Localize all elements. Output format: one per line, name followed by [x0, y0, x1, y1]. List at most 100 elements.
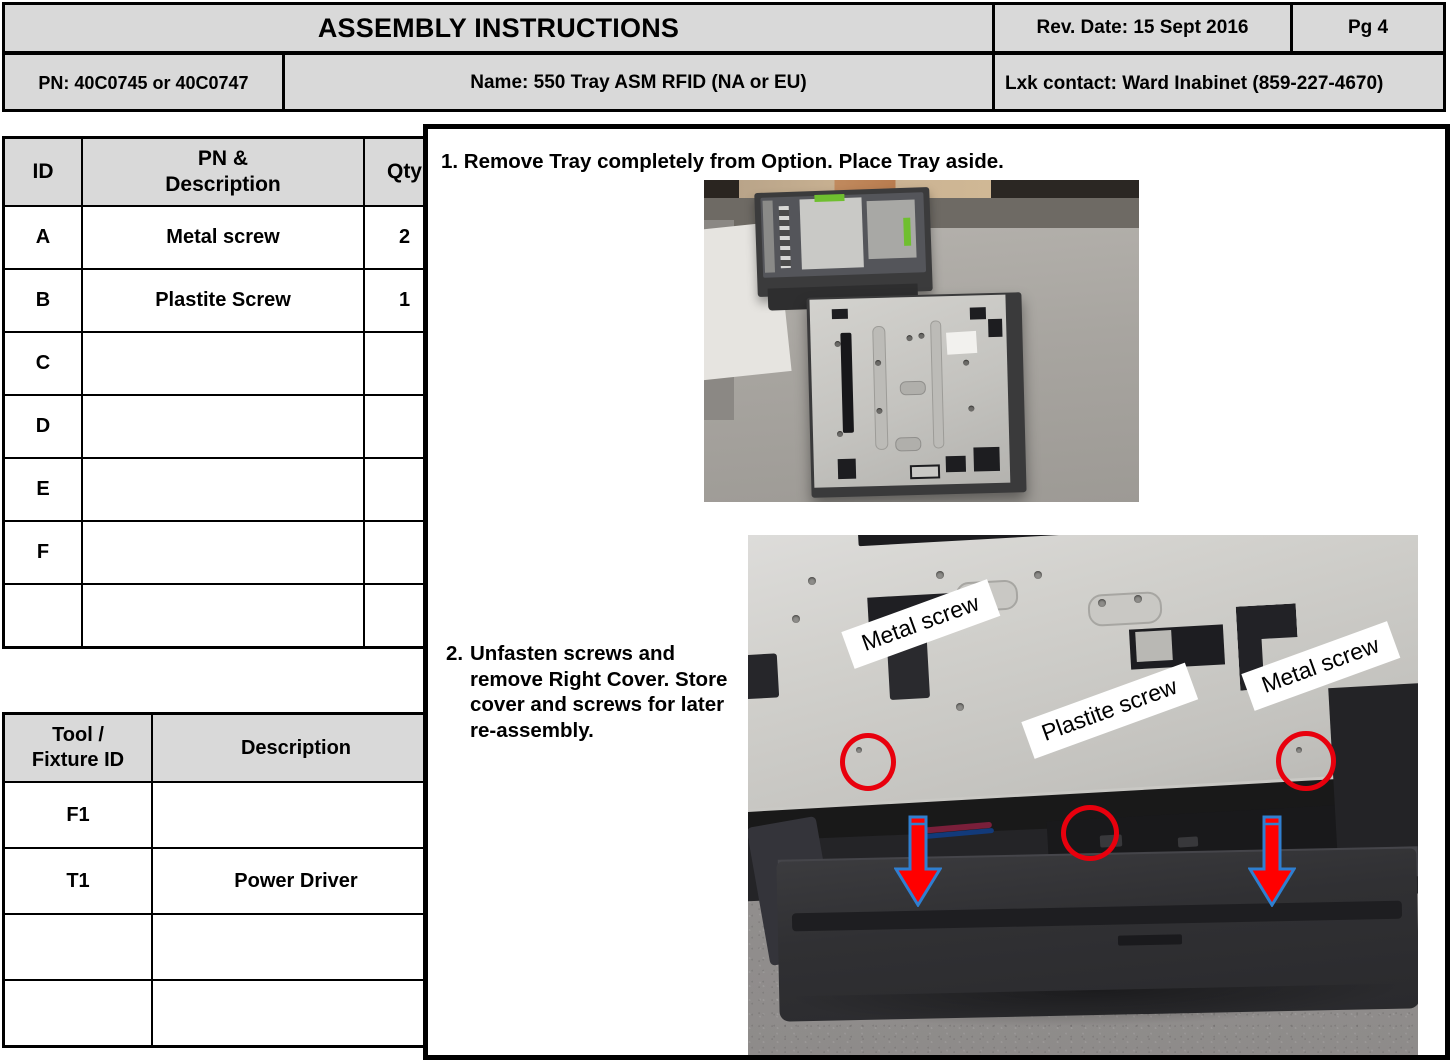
- header-row-meta: PN: 40C0745 or 40C0747 Name: 550 Tray AS…: [5, 55, 1443, 111]
- table-row: E: [2, 457, 447, 522]
- photo2-cover-notch: [1117, 934, 1183, 946]
- parts-col-id: ID: [2, 136, 83, 207]
- parts-table: ID PN & Description Qty A Metal screw 2 …: [2, 136, 447, 649]
- table-row: F1: [2, 781, 442, 849]
- parts-cell-desc: [81, 394, 365, 459]
- photo1-option-base: [806, 292, 1027, 498]
- photo1-base-connector: [909, 464, 941, 480]
- table-row: C: [2, 331, 447, 396]
- photo2-bay-slot-2: [1177, 836, 1199, 848]
- table-row: T1 Power Driver: [2, 847, 442, 915]
- photo1-base-oval-2: [895, 436, 922, 452]
- annotation-circle-metal-screw-right: [1276, 731, 1336, 791]
- revision-date: Rev. Date: 15 Sept 2016: [1036, 17, 1249, 38]
- assembly-name: Name: 550 Tray ASM RFID (NA or EU): [470, 72, 807, 93]
- parts-cell-id: A: [2, 205, 83, 270]
- table-row: [2, 979, 442, 1048]
- table-row: F: [2, 520, 447, 585]
- photo1-base-bracket: [837, 458, 857, 480]
- parts-cell-id: F: [2, 520, 83, 585]
- parts-col-description: PN & Description: [81, 136, 365, 207]
- parts-cell-desc: Plastite Screw: [81, 268, 365, 333]
- parts-cell-desc: [81, 583, 365, 649]
- tool-cell-desc: [151, 979, 442, 1048]
- photo1-base-metal-top: [809, 294, 1011, 488]
- photo2-chassis-hole: [1098, 599, 1106, 607]
- photo1-base-hole: [968, 405, 975, 412]
- table-row: [2, 583, 447, 649]
- instructions-panel: 1. Remove Tray completely from Option. P…: [423, 124, 1448, 1060]
- document-header: ASSEMBLY INSTRUCTIONS Rev. Date: 15 Sept…: [2, 2, 1446, 112]
- table-row: A Metal screw 2: [2, 205, 447, 270]
- photo1-tray-roller: [778, 205, 791, 269]
- tool-col-id: Tool / Fixture ID: [2, 712, 153, 783]
- parts-cell-id: D: [2, 394, 83, 459]
- step-2-photo: Metal screw Plastite screw Metal screw: [748, 535, 1418, 1055]
- photo1-base-bracket: [945, 455, 967, 473]
- photo1-base-channel-2: [930, 320, 945, 449]
- parts-col-description-line1: PN &: [197, 147, 249, 170]
- photo2-chassis-left-block: [748, 653, 780, 701]
- table-row: D: [2, 394, 447, 459]
- photo2-chassis-hole: [936, 571, 944, 579]
- tool-cell-id: [2, 913, 153, 981]
- annotation-arrow-down-right: [1248, 815, 1296, 907]
- photo1-base-bracket: [969, 307, 987, 320]
- parts-cell-id: E: [2, 457, 83, 522]
- panel-right-border: [1445, 124, 1450, 1060]
- table-header-row: ID PN & Description Qty: [2, 136, 447, 207]
- photo1-base-hole: [906, 335, 913, 342]
- photo1-tray-green-tab-2: [903, 217, 912, 246]
- step-2-text: 2. Unfasten screws and remove Right Cove…: [446, 641, 746, 743]
- tool-col-description: Description: [151, 712, 442, 783]
- step-2-number: 2.: [446, 642, 464, 665]
- photo1-base-oval-1: [899, 380, 926, 396]
- tool-cell-desc: Power Driver: [151, 847, 442, 915]
- photo1-tray-white-plate: [799, 197, 864, 270]
- tool-fixture-table: Tool / Fixture ID Description F1 T1 Powe…: [2, 712, 442, 1048]
- parts-cell-desc: [81, 520, 365, 585]
- photo2-chassis-hole: [1034, 571, 1042, 579]
- parts-cell-desc: [81, 331, 365, 396]
- tool-cell-desc: [151, 913, 442, 981]
- photo1-base-bracket: [973, 446, 1001, 472]
- photo1-base-channel-1: [872, 325, 889, 451]
- table-row: B Plastite Screw 1: [2, 268, 447, 333]
- header-row-title: ASSEMBLY INSTRUCTIONS Rev. Date: 15 Sept…: [5, 5, 1443, 55]
- tool-col-id-line1: Tool /: [52, 724, 104, 746]
- contact-info: Lxk contact: Ward Inabinet (859-227-4670…: [1005, 72, 1384, 94]
- parts-cell-id: B: [2, 268, 83, 333]
- photo1-base-hole: [836, 430, 844, 438]
- tool-col-id-line2: Fixture ID: [31, 749, 125, 771]
- photo1-base-slot: [840, 332, 854, 433]
- annotation-arrow-down-left: [894, 815, 942, 907]
- photo1-base-bracket: [988, 318, 1003, 338]
- photo2-chassis-hole: [1134, 595, 1142, 603]
- photo2-chassis-hole: [808, 577, 816, 585]
- parts-col-description-line2: Description: [165, 173, 281, 196]
- step-2-body: Unfasten screws and remove Right Cover. …: [470, 642, 728, 742]
- table-header-row: Tool / Fixture ID Description: [2, 712, 442, 783]
- table-row: [2, 913, 442, 981]
- tool-cell-desc: [151, 781, 442, 849]
- page-number: Pg 4: [1347, 17, 1389, 38]
- photo2-connector-inner: [1135, 630, 1173, 662]
- parts-cell-desc: [81, 457, 365, 522]
- document-title: ASSEMBLY INSTRUCTIONS: [317, 12, 680, 43]
- tool-cell-id: F1: [2, 781, 153, 849]
- photo1-base-hole: [918, 332, 925, 339]
- tool-cell-id: [2, 979, 153, 1048]
- photo1-tray-green-tab: [814, 193, 845, 202]
- step-1-text: 1. Remove Tray completely from Option. P…: [441, 150, 1004, 173]
- parts-cell-id: [2, 583, 83, 649]
- photo2-chassis-oval-2: [1087, 590, 1163, 628]
- photo1-base-hole: [834, 340, 841, 348]
- photo1-base-hole: [963, 359, 970, 366]
- parts-cell-id: C: [2, 331, 83, 396]
- annotation-circle-plastite-screw: [1061, 805, 1119, 861]
- annotation-circle-metal-screw-left: [840, 733, 896, 791]
- tool-cell-id: T1: [2, 847, 153, 915]
- photo1-removed-tray: [754, 186, 933, 311]
- photo1-base-bracket: [831, 308, 848, 320]
- photo2-chassis-hole: [956, 703, 964, 711]
